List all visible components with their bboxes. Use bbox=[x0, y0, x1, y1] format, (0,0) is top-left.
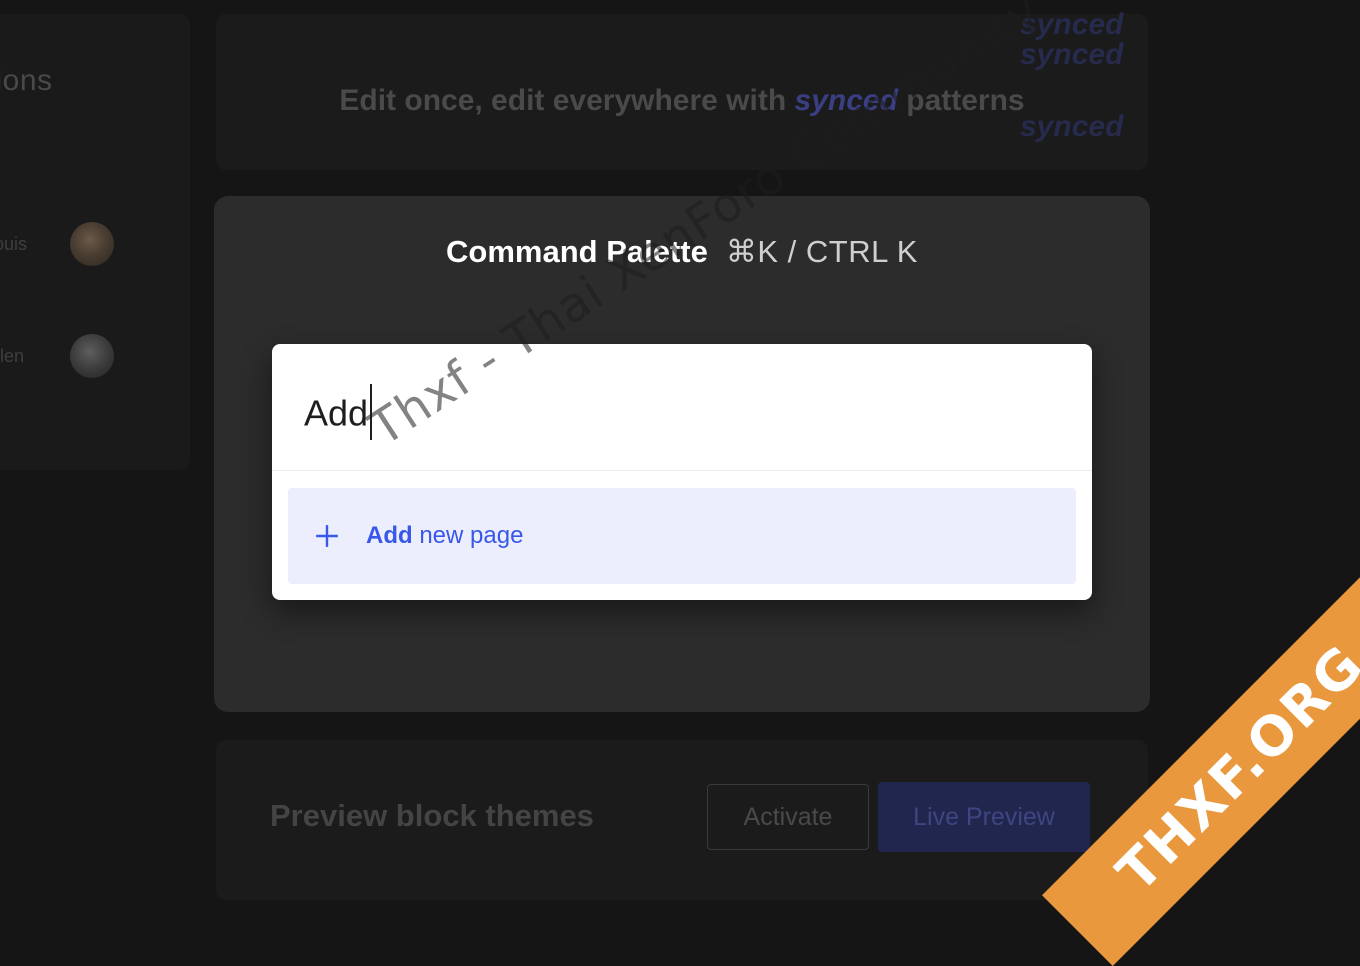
user-name: Louis bbox=[0, 233, 28, 254]
result-label-bold: Add bbox=[366, 522, 413, 549]
user-row-ellen[interactable]: Ellen bbox=[0, 334, 114, 378]
palette-shortcut: ⌘K / CTRL K bbox=[725, 234, 918, 269]
banner-headline: Edit once, edit everywhere with synced p… bbox=[216, 84, 1148, 118]
live-preview-button[interactable]: Live Preview bbox=[878, 782, 1090, 852]
search-input-value[interactable]: Add bbox=[304, 384, 373, 444]
preview-themes-card: Preview block themes Activate Live Previ… bbox=[216, 740, 1148, 900]
result-label: Add new page bbox=[366, 522, 523, 550]
banner-ghost-word-upper: synced bbox=[1020, 38, 1124, 71]
result-add-new-page[interactable]: Add new page bbox=[288, 488, 1076, 584]
plus-icon bbox=[316, 525, 338, 547]
user-name: Ellen bbox=[0, 345, 25, 366]
command-palette-overlay: Command Palette ⌘K / CTRL K Add Add new p… bbox=[214, 196, 1150, 712]
preview-themes-title: Preview block themes bbox=[270, 798, 594, 833]
activate-button[interactable]: Activate bbox=[707, 784, 869, 850]
user-row-louis[interactable]: Louis bbox=[0, 222, 114, 266]
avatar bbox=[70, 334, 114, 378]
result-label-rest: new page bbox=[412, 522, 524, 549]
left-panel: sions Louis Ellen bbox=[0, 14, 190, 470]
command-palette-dialog: Add Add new page bbox=[272, 344, 1092, 600]
banner-text-before: Edit once, edit everywhere with bbox=[339, 84, 795, 117]
search-text: Add bbox=[304, 392, 369, 434]
left-panel-title: sions bbox=[0, 64, 53, 97]
avatar bbox=[70, 222, 114, 266]
